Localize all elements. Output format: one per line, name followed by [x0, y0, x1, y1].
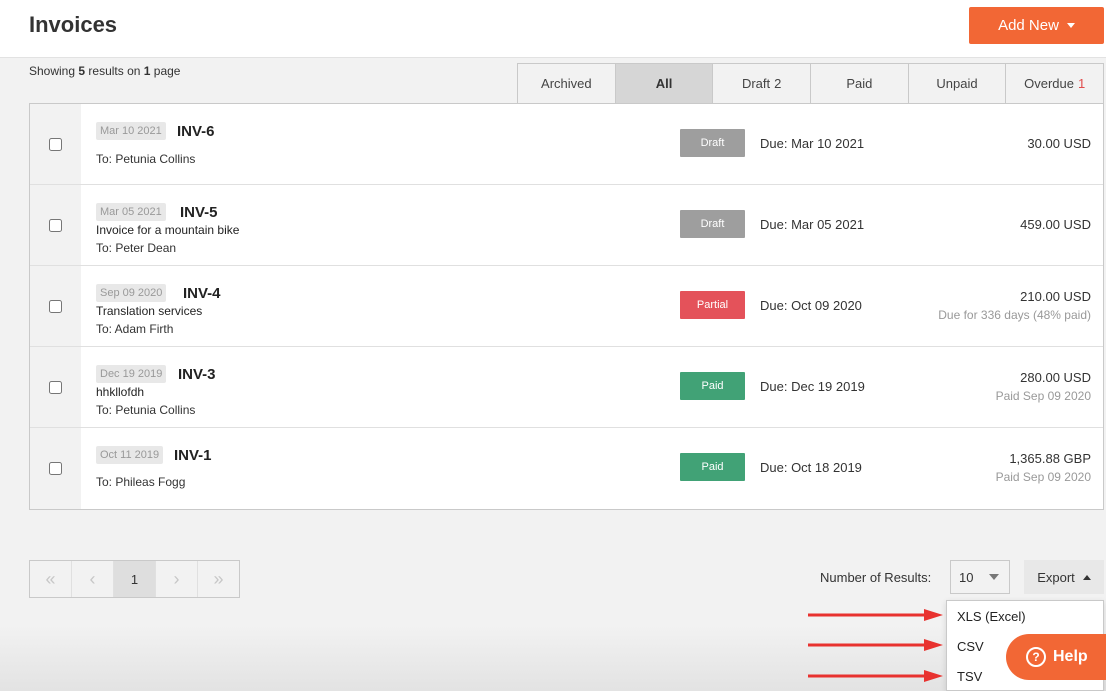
invoice-row[interactable]: Oct 11 2019 INV-1 To: Phileas Fogg Paid … [30, 428, 1103, 509]
export-label: Export [1037, 569, 1075, 585]
summary-middle: results on [85, 64, 144, 78]
payment-note: Paid Sep 09 2020 [995, 389, 1091, 403]
invoice-amount: 30.00 USD [1027, 136, 1091, 151]
tab-label: Draft [741, 76, 771, 91]
caret-up-icon [1082, 574, 1091, 580]
status-badge: Draft [680, 129, 745, 157]
tab-paid[interactable]: Paid [811, 64, 909, 103]
export-button[interactable]: Export [1024, 560, 1104, 594]
payment-note: Due for 336 days (48% paid) [938, 308, 1091, 322]
invoice-description: Translation services [96, 304, 203, 318]
tab-count: 1 [1078, 76, 1086, 91]
last-page-button[interactable]: » [198, 561, 239, 597]
status-badge: Partial [680, 291, 745, 319]
invoice-recipient: To: Peter Dean [96, 241, 177, 255]
tab-archived[interactable]: Archived [518, 64, 616, 103]
invoice-row[interactable]: Sep 09 2020 INV-4 Translation services T… [30, 266, 1103, 347]
tab-label: Paid [846, 76, 873, 91]
invoice-amount: 210.00 USD [1020, 289, 1091, 304]
add-new-button[interactable]: Add New [969, 7, 1104, 44]
invoice-description: Invoice for a mountain bike [96, 223, 240, 237]
status-badge: Draft [680, 210, 745, 238]
status-badge: Paid [680, 372, 745, 400]
tab-label: Unpaid [936, 76, 978, 91]
invoice-list: Mar 10 2021 INV-6 To: Petunia Collins Dr… [29, 103, 1104, 510]
invoice-recipient: To: Adam Firth [96, 322, 174, 336]
red-arrow-icon [808, 639, 943, 651]
payment-note: Paid Sep 09 2020 [995, 470, 1091, 484]
row-checkbox-cell [30, 347, 81, 427]
results-count-label: Number of Results: [820, 570, 932, 585]
red-arrow-icon [808, 609, 943, 621]
invoice-description: hhkllofdh [96, 385, 145, 399]
question-icon: ? [1026, 647, 1046, 667]
invoice-row[interactable]: Mar 05 2021 INV-5 Invoice for a mountain… [30, 185, 1103, 266]
caret-down-icon [1066, 23, 1075, 28]
row-checkbox-cell [30, 104, 81, 184]
tab-draft[interactable]: Draft 2 [713, 64, 812, 103]
red-arrow-icon [808, 670, 943, 682]
due-date: Due: Mar 10 2021 [760, 136, 865, 151]
row-checkbox[interactable] [49, 462, 62, 475]
invoice-date: Mar 10 2021 [96, 122, 166, 140]
due-date: Due: Oct 18 2019 [760, 460, 862, 475]
invoice-amount: 459.00 USD [1020, 217, 1091, 232]
page-title: Invoices [29, 12, 118, 37]
row-checkbox[interactable] [49, 137, 62, 151]
help-label: Help [1053, 648, 1088, 665]
pagination: « ‹ 1 › » [29, 560, 240, 598]
tab-all[interactable]: All [615, 64, 714, 103]
row-checkbox[interactable] [49, 218, 62, 232]
invoice-date: Mar 05 2021 [96, 203, 166, 221]
next-page-button[interactable]: › [156, 561, 198, 597]
tab-unpaid[interactable]: Unpaid [908, 64, 1007, 103]
add-new-label: Add New [998, 17, 1059, 34]
tab-overdue[interactable]: Overdue 1 [1006, 64, 1104, 103]
invoice-date: Dec 19 2019 [96, 365, 167, 383]
row-checkbox-cell [30, 185, 81, 265]
invoice-row[interactable]: Dec 19 2019 INV-3 hhkllofdh To: Petunia … [30, 347, 1103, 428]
summary-prefix: Showing [29, 64, 79, 78]
results-count-value: 10 [959, 569, 974, 585]
status-badge: Paid [680, 453, 745, 481]
invoice-number[interactable]: INV-4 [183, 285, 221, 302]
filter-tabs: Archived All Draft 2 Paid Unpaid Overdue 1 [517, 63, 1104, 103]
due-date: Due: Dec 19 2019 [760, 379, 865, 394]
invoice-number[interactable]: INV-1 [174, 447, 212, 464]
summary-suffix: page [150, 64, 181, 78]
results-summary: Showing 5 results on 1 page [29, 64, 180, 78]
export-option-xls[interactable]: XLS (Excel) [947, 601, 1103, 631]
top-bar: Invoices Add New [0, 0, 1106, 58]
invoice-recipient: To: Petunia Collins [96, 152, 196, 166]
invoice-number[interactable]: INV-3 [178, 366, 216, 383]
tab-label: All [655, 76, 673, 91]
invoice-date: Sep 09 2020 [96, 284, 167, 302]
invoice-recipient: To: Petunia Collins [96, 403, 196, 417]
due-date: Due: Oct 09 2020 [760, 298, 862, 313]
row-checkbox-cell [30, 266, 81, 346]
invoice-recipient: To: Phileas Fogg [96, 475, 186, 489]
invoice-date: Oct 11 2019 [96, 446, 164, 464]
invoice-amount: 1,365.88 GBP [1009, 451, 1091, 466]
results-count-select[interactable]: 10 [950, 560, 1010, 594]
tab-label: Overdue [1024, 76, 1075, 91]
tab-label: Archived [541, 76, 592, 91]
due-date: Due: Mar 05 2021 [760, 217, 865, 232]
invoice-number[interactable]: INV-6 [177, 123, 215, 140]
invoice-number[interactable]: INV-5 [180, 204, 218, 221]
row-checkbox-cell [30, 428, 81, 509]
prev-page-button[interactable]: ‹ [72, 561, 114, 597]
tab-count: 2 [774, 76, 782, 91]
help-button[interactable]: ? Help [1006, 634, 1106, 680]
first-page-button[interactable]: « [30, 561, 72, 597]
current-page-button[interactable]: 1 [114, 561, 156, 597]
invoice-amount: 280.00 USD [1020, 370, 1091, 385]
row-checkbox[interactable] [49, 380, 62, 394]
invoice-row[interactable]: Mar 10 2021 INV-6 To: Petunia Collins Dr… [30, 104, 1103, 185]
chevron-down-icon [989, 574, 999, 580]
row-checkbox[interactable] [49, 299, 62, 313]
